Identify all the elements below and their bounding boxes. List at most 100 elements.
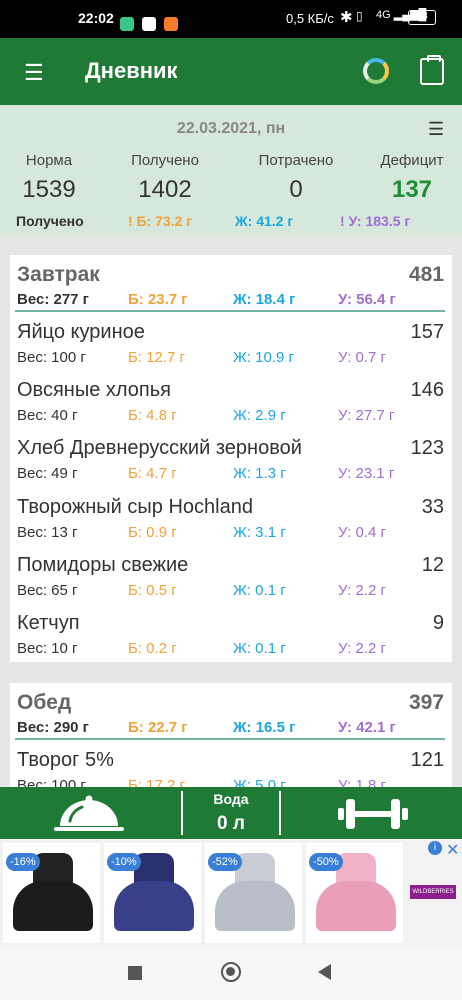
list-item[interactable]: Творожный сыр Hochland 33 Вес: 13 г Б: 0…	[10, 488, 452, 546]
food-fat: Ж: 3.1 г	[233, 524, 286, 541]
food-carbs: У: 1.8 г	[338, 777, 387, 787]
macro-fat: Ж: 41.2 г	[235, 213, 294, 229]
food-kcal: 9	[432, 612, 444, 634]
meal-fat: Ж: 16.5 г	[233, 719, 296, 736]
brand-logo[interactable]: WILDBERRIES	[410, 885, 456, 899]
received-column: Получено 1402	[115, 152, 215, 204]
status-time: 22:02	[78, 10, 114, 26]
shoe-image	[316, 881, 396, 931]
date-label[interactable]: 22.03.2021, пн	[0, 120, 462, 138]
recent-apps-icon[interactable]	[128, 966, 142, 980]
meal-card-lunch: Обед 397 Вес: 290 г Б: 22.7 г Ж: 16.5 г …	[10, 683, 452, 787]
norm-value: 1539	[22, 176, 76, 203]
shoe-image	[215, 881, 295, 931]
spent-column: Потрачено 0	[246, 152, 346, 204]
meal-carbs: У: 42.1 г	[338, 719, 396, 736]
progress-ring-icon[interactable]	[363, 58, 389, 84]
menu-icon[interactable]: ☰	[24, 60, 44, 86]
list-item[interactable]: Яйцо куриное 157 Вес: 100 г Б: 12.7 г Ж:…	[10, 313, 452, 371]
food-protein: Б: 0.5 г	[128, 582, 177, 599]
discount-badge: -10%	[107, 853, 141, 871]
food-name: Творог 5%	[17, 749, 114, 771]
bottom-bar: Вода 0 л	[0, 787, 462, 839]
food-kcal: 123	[410, 437, 444, 459]
food-carbs: У: 2.2 г	[338, 582, 387, 599]
ad-info-icon[interactable]: i	[428, 841, 442, 855]
status-bar: 22:02 0,5 КБ/с ✱ ▯ 4G ▂▄▆█ 48	[0, 0, 462, 38]
food-carbs: У: 23.1 г	[338, 465, 395, 482]
discount-badge: -52%	[208, 853, 242, 871]
spent-value: 0	[289, 176, 303, 203]
ad-product[interactable]: -50%	[306, 843, 403, 943]
ad-product[interactable]: -16%	[3, 843, 100, 943]
food-kcal: 33	[421, 496, 444, 518]
divider	[279, 791, 281, 835]
meal-header[interactable]: Обед 397 Вес: 290 г Б: 22.7 г Ж: 16.5 г …	[10, 683, 452, 743]
meal-weight: Вес: 277 г	[17, 291, 89, 308]
ad-product[interactable]: -52%	[205, 843, 302, 943]
meal-header[interactable]: Завтрак 481 Вес: 277 г Б: 23.7 г Ж: 18.4…	[10, 255, 452, 315]
ad-banner[interactable]: -16% -10% -52% -50% i ✕ WILDBERRIES	[0, 839, 462, 947]
list-item[interactable]: Творог 5% 121 Вес: 100 г Б: 17.2 г Ж: 5.…	[10, 741, 452, 787]
food-cloche-icon[interactable]	[52, 794, 126, 834]
close-icon[interactable]: ✕	[446, 840, 459, 860]
food-carbs: У: 2.2 г	[338, 640, 387, 657]
norm-column: Норма 1539	[0, 152, 99, 204]
macro-protein: ! Б: 73.2 г	[128, 213, 193, 229]
list-item[interactable]: Овсяные хлопья 146 Вес: 40 г Б: 4.8 г Ж:…	[10, 371, 452, 429]
food-kcal: 146	[410, 379, 444, 401]
water-value[interactable]: 0 л	[183, 813, 279, 835]
food-name: Кетчуп	[17, 612, 80, 634]
discount-badge: -50%	[309, 853, 343, 871]
system-nav-bar	[0, 947, 462, 1000]
food-fat: Ж: 1.3 г	[233, 465, 286, 482]
meal-kcal: 481	[408, 263, 444, 286]
battery-icon: 48	[408, 10, 436, 25]
list-item[interactable]: Помидоры свежие 12 Вес: 65 г Б: 0.5 г Ж:…	[10, 546, 452, 604]
meal-list[interactable]: Завтрак 481 Вес: 277 г Б: 23.7 г Ж: 18.4…	[0, 235, 462, 787]
list-icon[interactable]: ☰	[428, 119, 444, 140]
food-weight: Вес: 49 г	[17, 465, 78, 482]
spent-label: Потрачено	[258, 152, 334, 169]
food-name: Хлеб Древнерусский зерновой	[17, 437, 302, 459]
list-item[interactable]: Кетчуп 9 Вес: 10 г Б: 0.2 г Ж: 0.1 г У: …	[10, 604, 452, 662]
food-name: Яйцо куриное	[17, 321, 145, 343]
food-protein: Б: 4.7 г	[128, 465, 177, 482]
water-label[interactable]: Вода	[183, 791, 279, 807]
food-name: Помидоры свежие	[17, 554, 189, 576]
food-fat: Ж: 10.9 г	[233, 349, 295, 366]
food-carbs: У: 0.7 г	[338, 349, 387, 366]
food-fat: Ж: 0.1 г	[233, 640, 286, 657]
food-protein: Б: 0.9 г	[128, 524, 177, 541]
notification-icon	[164, 17, 178, 31]
meal-divider	[15, 310, 445, 312]
food-weight: Вес: 100 г	[17, 777, 86, 787]
norm-label: Норма	[25, 152, 73, 169]
meal-weight: Вес: 290 г	[17, 719, 89, 736]
meal-card-breakfast: Завтрак 481 Вес: 277 г Б: 23.7 г Ж: 18.4…	[10, 255, 452, 662]
clipboard-icon[interactable]	[420, 55, 444, 85]
list-item[interactable]: Хлеб Древнерусский зерновой 123 Вес: 49 …	[10, 429, 452, 487]
food-kcal: 157	[410, 321, 444, 343]
food-carbs: У: 0.4 г	[338, 524, 387, 541]
meal-protein: Б: 22.7 г	[128, 719, 188, 736]
home-icon[interactable]	[221, 962, 241, 982]
food-protein: Б: 12.7 г	[128, 349, 186, 366]
meal-fat: Ж: 18.4 г	[233, 291, 296, 308]
food-kcal: 12	[421, 554, 444, 576]
back-icon[interactable]	[318, 964, 331, 980]
food-weight: Вес: 10 г	[17, 640, 78, 657]
ad-product[interactable]: -10%	[104, 843, 201, 943]
vibrate-icon: ▯	[356, 9, 363, 23]
food-weight: Вес: 65 г	[17, 582, 78, 599]
macro-label: Получено	[16, 213, 84, 229]
bluetooth-icon: ✱	[340, 9, 353, 26]
notification-app-icon	[120, 17, 134, 31]
received-label: Получено	[131, 152, 199, 169]
discount-badge: -16%	[6, 853, 40, 871]
food-name: Овсяные хлопья	[17, 379, 171, 401]
meal-divider	[15, 738, 445, 740]
dumbbell-icon[interactable]	[336, 794, 410, 834]
meal-name: Завтрак	[17, 263, 100, 286]
food-weight: Вес: 100 г	[17, 349, 86, 366]
